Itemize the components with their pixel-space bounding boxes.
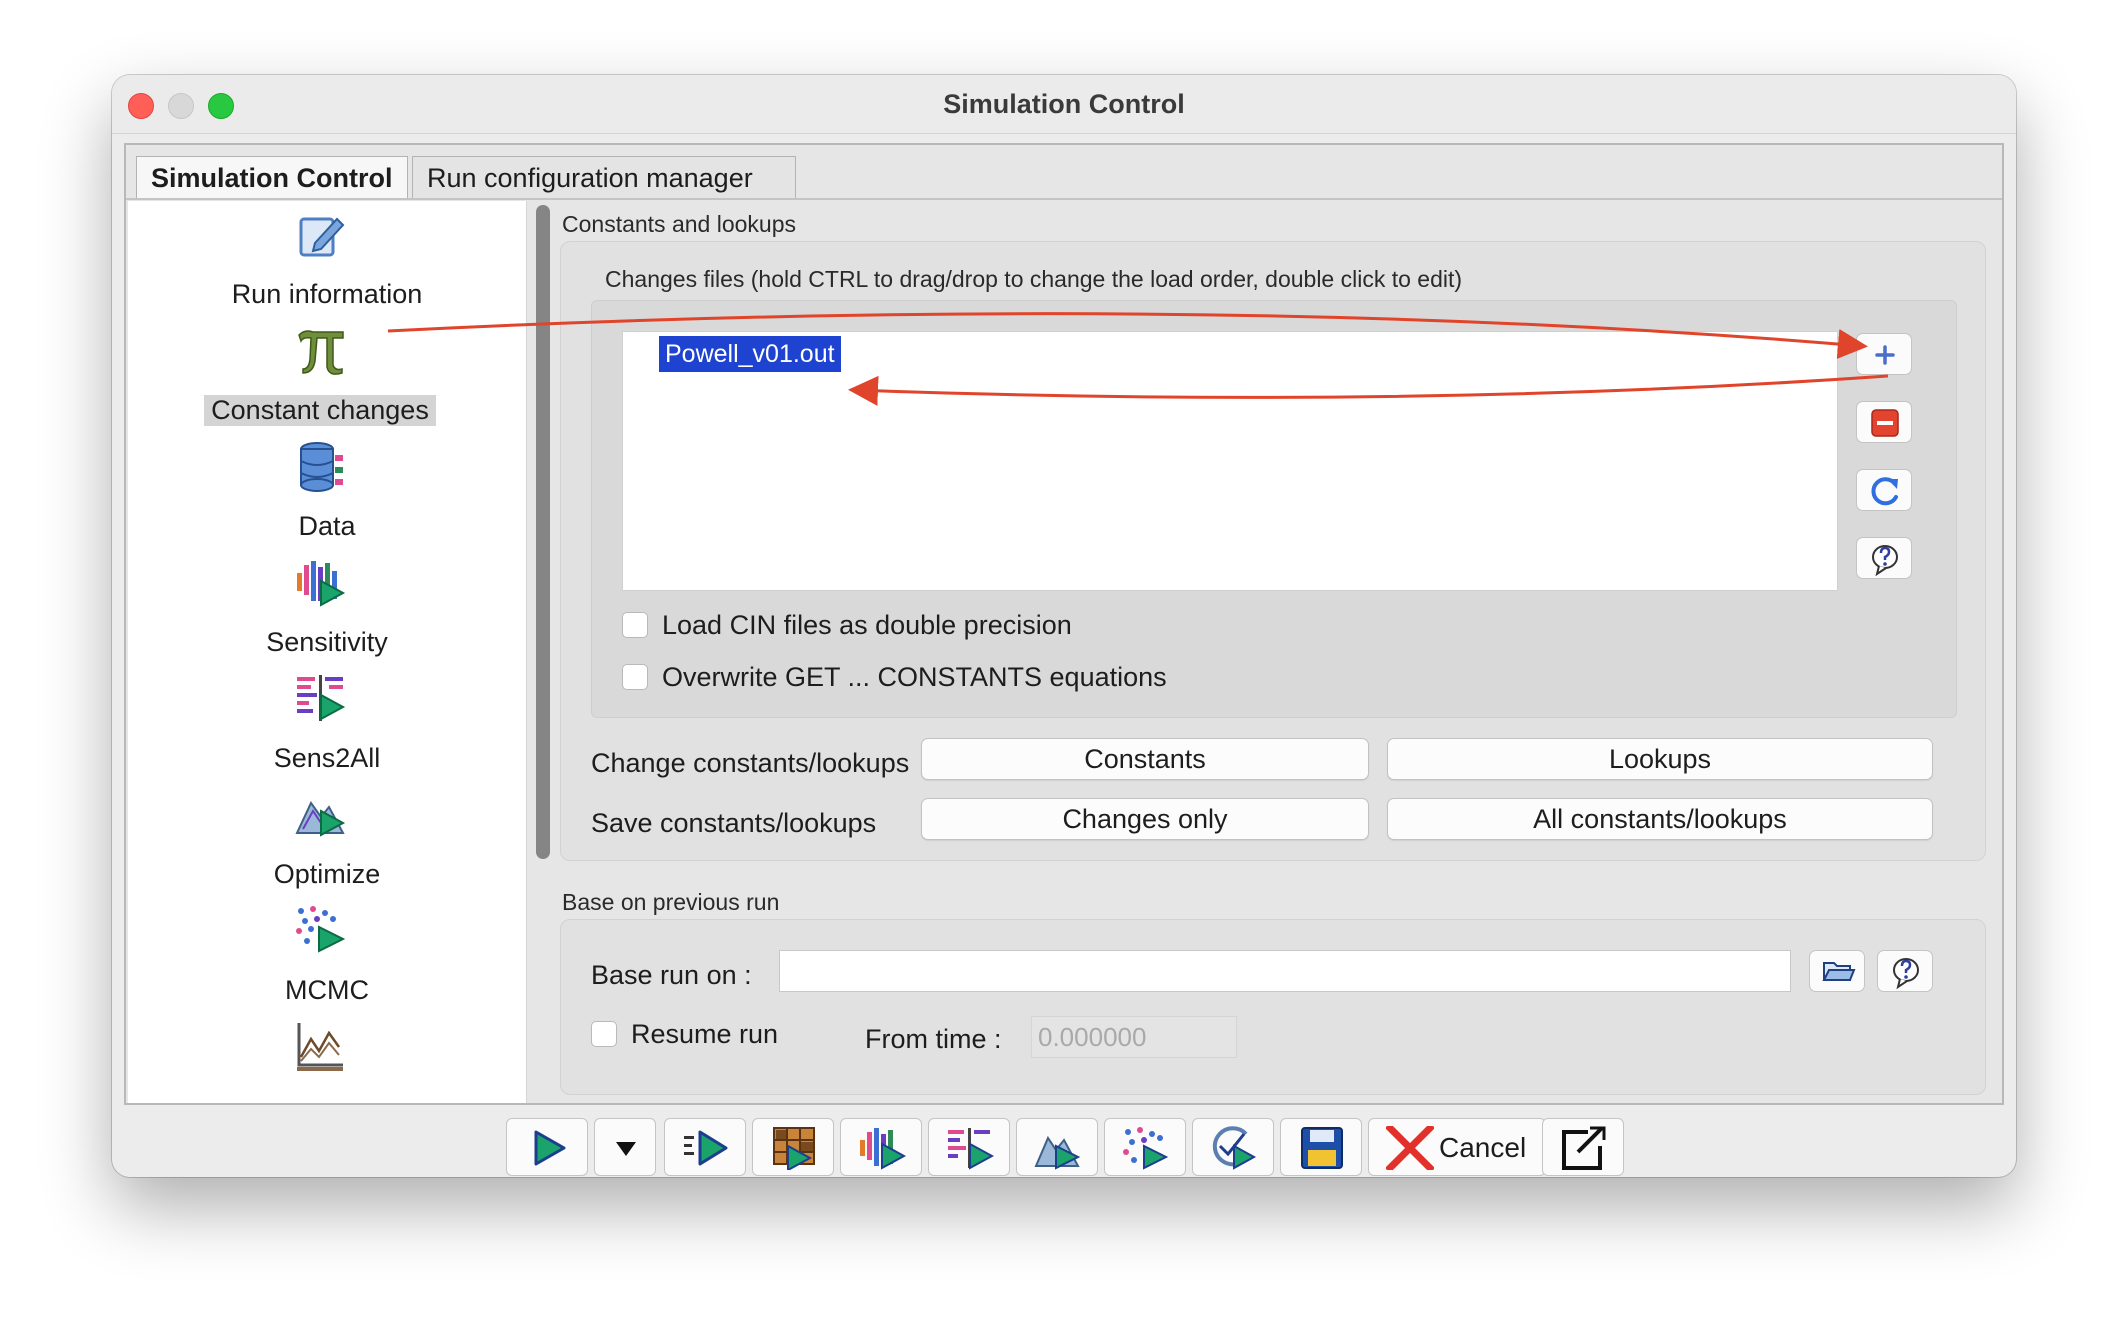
checkbox-box[interactable] xyxy=(622,663,648,690)
folder-open-icon xyxy=(1822,962,1856,981)
minus-icon xyxy=(1871,409,1899,437)
constants-groupbox: Changes files (hold CTRL to drag/drop to… xyxy=(560,241,1986,861)
database-icon xyxy=(300,442,343,492)
base-run-group-title: Base on previous run xyxy=(562,889,780,915)
save-icon xyxy=(1301,1127,1343,1169)
mcmc-run-button[interactable] xyxy=(1104,1118,1186,1176)
sensitivity-run-icon xyxy=(860,1128,906,1170)
changes-only-button[interactable]: Changes only xyxy=(921,798,1369,840)
base-run-label: Base run on : xyxy=(591,960,752,990)
sidebar-item-label: Run information xyxy=(231,279,423,309)
base-run-input[interactable] xyxy=(779,950,1791,992)
save-button[interactable] xyxy=(1280,1118,1362,1176)
help-bubble-icon xyxy=(1872,545,1898,577)
edit-pencil-icon xyxy=(299,217,345,257)
sidebar-scrollbar[interactable] xyxy=(536,205,550,859)
lookups-button[interactable]: Lookups xyxy=(1387,738,1933,780)
help-files-button[interactable] xyxy=(1856,537,1912,579)
changes-files-list[interactable]: Powell_v01.out xyxy=(622,331,1838,591)
optimize-run-icon xyxy=(1034,1135,1081,1170)
sidebar-item-sens2all[interactable]: Sens2All xyxy=(128,673,526,789)
pi-icon xyxy=(298,330,344,375)
run-icon xyxy=(534,1130,566,1166)
check-run-icon xyxy=(1212,1126,1257,1170)
sens2all-run-icon xyxy=(948,1128,994,1170)
refresh-files-button[interactable] xyxy=(1856,469,1912,511)
optimize-run-button[interactable] xyxy=(1016,1118,1098,1176)
sidebar-item-run-information[interactable]: Run information xyxy=(128,209,526,325)
sidebar-item-sensitivity[interactable]: Sensitivity xyxy=(128,557,526,673)
save-constants-label: Save constants/lookups xyxy=(591,808,877,838)
exit-icon xyxy=(1562,1126,1606,1170)
resume-run-label: Resume run xyxy=(631,1019,779,1049)
synthesim-button[interactable] xyxy=(664,1118,746,1176)
sidebar-item-label: Sensitivity xyxy=(266,627,388,657)
plus-icon xyxy=(1875,345,1895,365)
load-cin-label: Load CIN files as double precision xyxy=(662,610,1072,640)
changes-files-label: Changes files (hold CTRL to drag/drop to… xyxy=(605,266,1463,292)
from-time-label: From time : xyxy=(865,1024,1002,1054)
add-file-button[interactable] xyxy=(1856,333,1912,375)
sens2all-run-button[interactable] xyxy=(928,1118,1010,1176)
synthesim-icon xyxy=(684,1130,728,1166)
tab-panel: Simulation Control Run configuration man… xyxy=(124,143,2004,1105)
sidebar-item-label: Data xyxy=(298,511,356,541)
sidebar-item-chart[interactable] xyxy=(128,1021,526,1103)
resume-run-checkbox[interactable]: Resume run xyxy=(591,1016,778,1052)
sidebar-item-constant-changes[interactable]: Constant changes xyxy=(128,325,526,441)
sens2all-icon xyxy=(297,675,346,721)
cancel-icon xyxy=(1386,1126,1434,1170)
help-bubble-icon xyxy=(1893,958,1919,990)
simulation-control-window: Simulation Control Simulation Control Ru… xyxy=(112,75,2016,1177)
sensitivity-run-button[interactable] xyxy=(840,1118,922,1176)
mcmc-run-icon xyxy=(1123,1127,1169,1170)
cancel-button[interactable]: Cancel xyxy=(1368,1118,1546,1176)
from-time-input[interactable]: 0.000000 xyxy=(1031,1016,1237,1058)
changes-files-box: Powell_v01.out Load CIN files as double … xyxy=(591,300,1957,718)
refresh-icon xyxy=(1871,477,1898,506)
optimize-icon xyxy=(295,801,346,837)
list-item[interactable]: Powell_v01.out xyxy=(659,336,841,372)
sidebar-item-mcmc[interactable]: MCMC xyxy=(128,905,526,1021)
exit-button[interactable] xyxy=(1542,1118,1624,1176)
constants-button[interactable]: Constants xyxy=(921,738,1369,780)
help-base-run-button[interactable] xyxy=(1877,950,1933,992)
sensitivity-icon xyxy=(297,561,346,607)
data-run-button[interactable] xyxy=(752,1118,834,1176)
tab-simulation-control[interactable]: Simulation Control xyxy=(136,156,408,198)
title-bar: Simulation Control xyxy=(112,75,2016,134)
tab-divider xyxy=(126,198,2002,200)
browse-base-run-button[interactable] xyxy=(1809,950,1865,992)
remove-file-button[interactable] xyxy=(1856,401,1912,443)
sidebar: Run information Constant changes Data Se… xyxy=(128,201,527,1103)
all-constants-lookups-button[interactable]: All constants/lookups xyxy=(1387,798,1933,840)
dropdown-icon xyxy=(616,1142,636,1156)
window-title: Simulation Control xyxy=(943,89,1185,119)
sidebar-item-data[interactable]: Data xyxy=(128,441,526,557)
sidebar-item-label: MCMC xyxy=(285,975,369,1005)
overwrite-get-constants-checkbox[interactable]: Overwrite GET ... CONSTANTS equations xyxy=(622,659,1167,695)
checkbox-box[interactable] xyxy=(591,1020,617,1047)
base-run-groupbox: Base run on : Resume run From time: 0.0… xyxy=(560,919,1986,1095)
cancel-label: Cancel xyxy=(1439,1132,1527,1163)
constants-group-title: Constants and lookups xyxy=(562,211,796,237)
sidebar-item-optimize[interactable]: Optimize xyxy=(128,789,526,905)
run-button[interactable] xyxy=(506,1118,588,1176)
sidebar-item-label: Constant changes xyxy=(204,395,436,426)
load-cin-double-checkbox[interactable]: Load CIN files as double precision xyxy=(622,607,1072,643)
chart-icon xyxy=(297,1023,343,1071)
data-run-icon xyxy=(773,1127,815,1170)
tab-run-configuration-manager[interactable]: Run configuration manager xyxy=(412,156,796,198)
overwrite-label: Overwrite GET ... CONSTANTS equations xyxy=(662,662,1167,692)
change-constants-label: Change constants/lookups xyxy=(591,748,910,778)
check-run-button[interactable] xyxy=(1192,1118,1274,1176)
run-options-dropdown[interactable] xyxy=(594,1118,656,1176)
checkbox-box[interactable] xyxy=(622,611,648,638)
sidebar-item-label: Optimize xyxy=(273,859,381,889)
sidebar-item-label: Sens2All xyxy=(273,743,381,773)
mcmc-icon xyxy=(296,906,346,953)
